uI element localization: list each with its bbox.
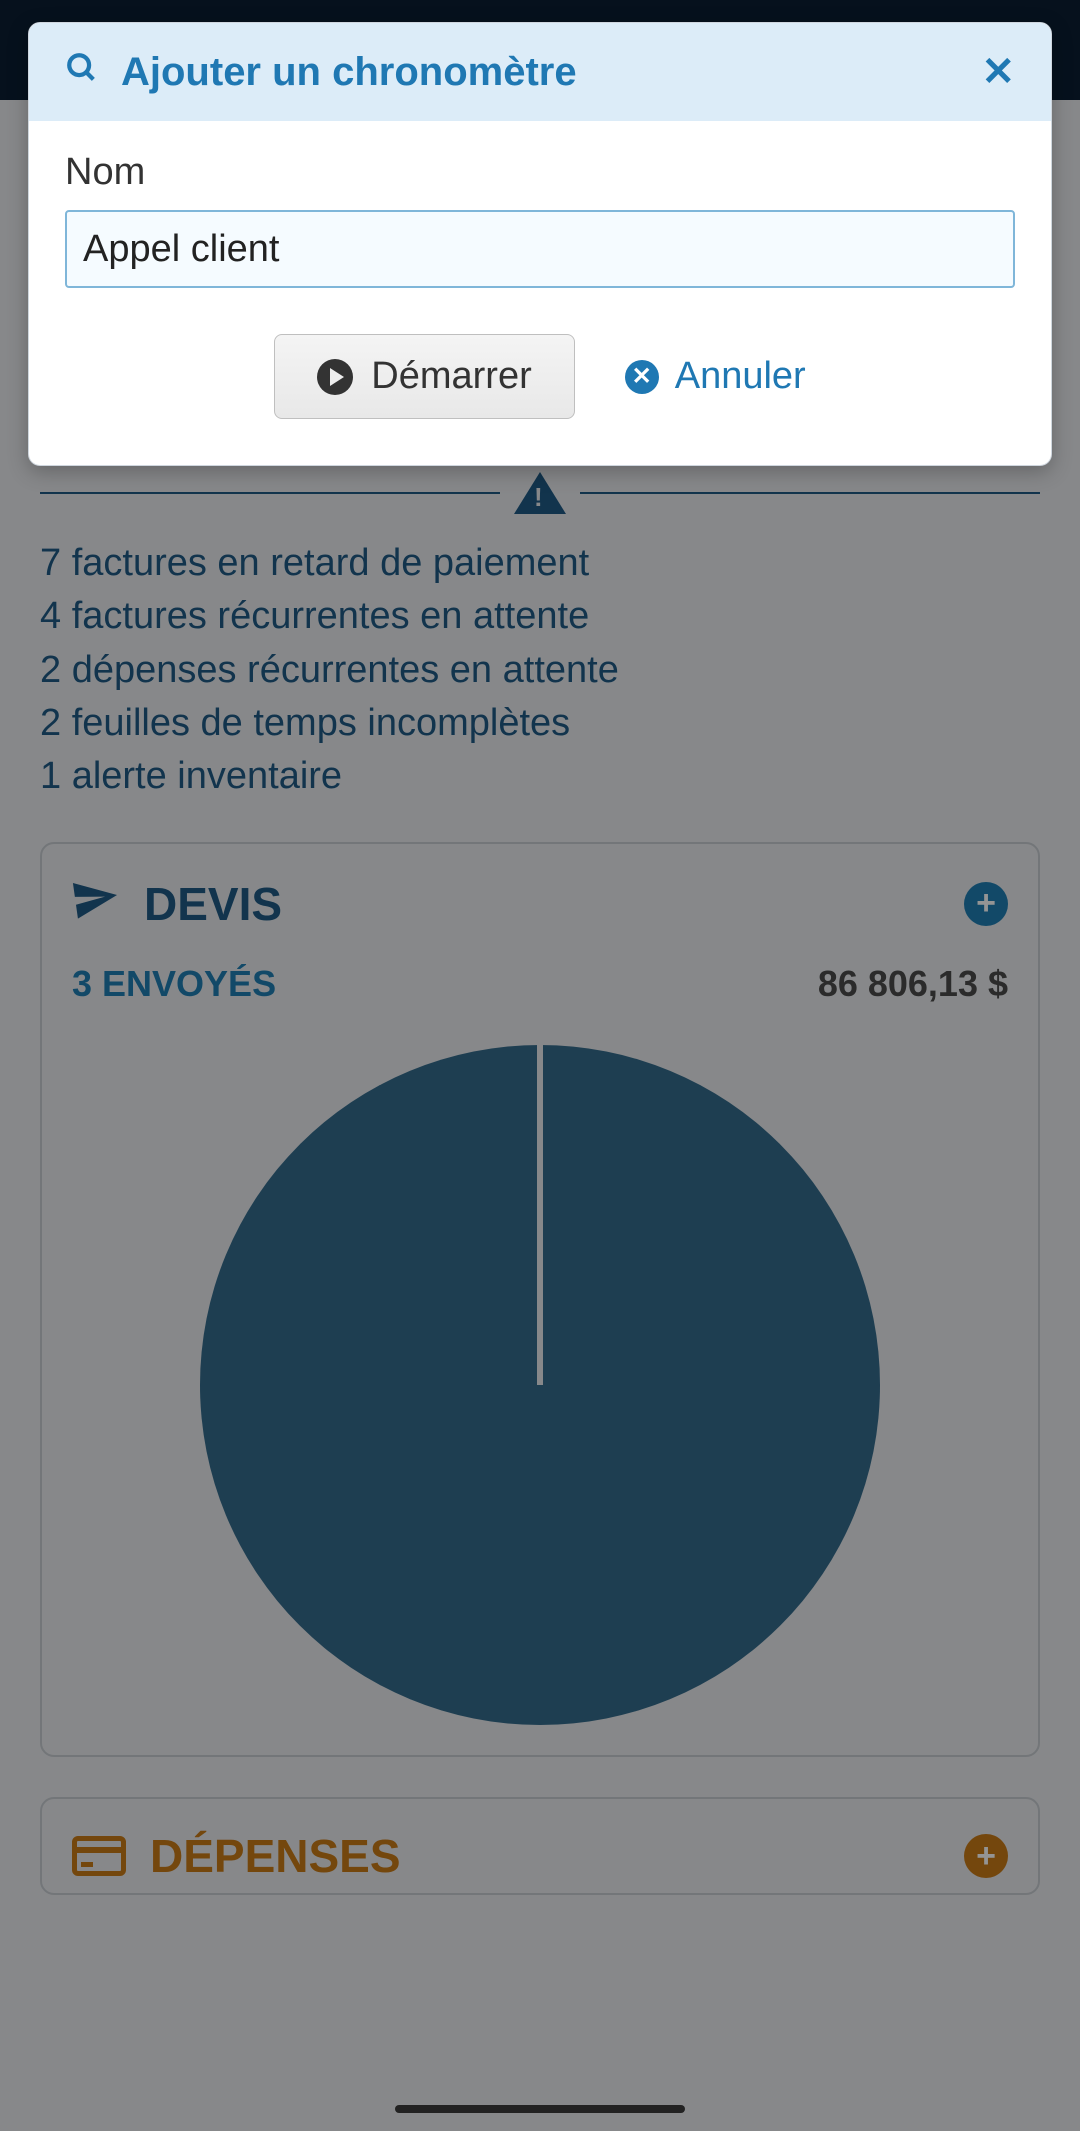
timer-name-input[interactable] — [65, 210, 1015, 288]
play-icon — [317, 359, 353, 395]
cancel-icon: ✕ — [625, 360, 659, 394]
search-icon[interactable] — [65, 50, 99, 95]
add-timer-modal: Ajouter un chronomètre ✕ Nom Démarrer ✕ … — [28, 22, 1052, 466]
cancel-button[interactable]: ✕ Annuler — [625, 355, 806, 398]
home-indicator — [395, 2105, 685, 2113]
start-button[interactable]: Démarrer — [274, 334, 574, 419]
close-icon[interactable]: ✕ — [981, 49, 1015, 95]
cancel-label: Annuler — [675, 355, 806, 398]
name-label: Nom — [65, 151, 1015, 194]
start-label: Démarrer — [371, 355, 531, 398]
modal-title: Ajouter un chronomètre — [121, 50, 577, 95]
